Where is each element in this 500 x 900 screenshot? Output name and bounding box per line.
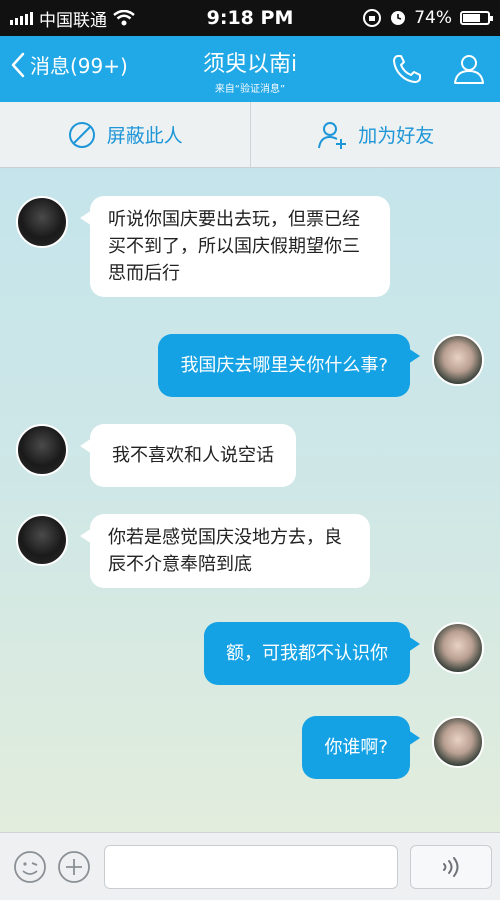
carrier-label: 中国联通 bbox=[39, 10, 107, 31]
block-user-button[interactable]: 屏蔽此人 bbox=[0, 102, 250, 167]
contact-avatar[interactable] bbox=[16, 424, 68, 476]
battery-percent: 74% bbox=[414, 8, 452, 28]
plus-icon[interactable] bbox=[56, 849, 92, 885]
add-friend-button[interactable]: 加为好友 bbox=[249, 102, 500, 167]
add-friend-icon bbox=[318, 121, 347, 149]
time-label: 9:18 PM bbox=[206, 7, 294, 29]
contact-avatar[interactable] bbox=[16, 514, 68, 566]
wifi-icon bbox=[113, 10, 135, 26]
message-bubble[interactable]: 听说你国庆要出去玩，但票已经买不到了，所以国庆假期望你三思而后行 bbox=[80, 196, 390, 297]
message-row: 我不喜欢和人说空话 bbox=[16, 424, 296, 487]
message-bubble[interactable]: 我不喜欢和人说空话 bbox=[80, 424, 296, 487]
my-avatar[interactable] bbox=[432, 622, 484, 674]
rotation-lock-icon bbox=[363, 9, 382, 27]
contact-source: 来自“验证消息” bbox=[214, 84, 286, 95]
add-friend-label: 加为好友 bbox=[358, 125, 435, 147]
message-bubble[interactable]: 我国庆去哪里关你什么事? bbox=[158, 334, 420, 397]
voice-icon bbox=[443, 857, 459, 877]
input-bar bbox=[0, 832, 500, 900]
message-row: 听说你国庆要出去玩，但票已经买不到了，所以国庆假期望你三思而后行 bbox=[16, 196, 390, 297]
emoji-icon[interactable] bbox=[12, 849, 48, 885]
message-row: 你谁啊? bbox=[302, 716, 484, 779]
profile-icon[interactable] bbox=[452, 52, 486, 86]
contact-name: 须臾以南i bbox=[202, 52, 298, 77]
message-bubble[interactable]: 额，可我都不认识你 bbox=[204, 622, 420, 685]
my-avatar[interactable] bbox=[432, 716, 484, 768]
message-row: 我国庆去哪里关你什么事? bbox=[158, 334, 484, 397]
battery-icon bbox=[460, 11, 493, 25]
signal-icon bbox=[10, 11, 33, 25]
chat-header: 消息(99+) 须臾以南i 来自“验证消息” bbox=[0, 36, 500, 102]
status-bar: 中国联通 9:18 PM 74% bbox=[0, 0, 500, 36]
phone-icon[interactable] bbox=[390, 52, 424, 86]
message-bubble[interactable]: 你若是感觉国庆没地方去，良辰不介意奉陪到底 bbox=[80, 514, 370, 588]
message-row: 额，可我都不认识你 bbox=[204, 622, 484, 685]
message-bubble[interactable]: 你谁啊? bbox=[302, 716, 420, 779]
block-user-label: 屏蔽此人 bbox=[106, 125, 183, 147]
message-row: 你若是感觉国庆没地方去，良辰不介意奉陪到底 bbox=[16, 514, 370, 588]
my-avatar[interactable] bbox=[432, 334, 484, 386]
alarm-icon bbox=[391, 11, 406, 25]
stranger-action-bar: 屏蔽此人 加为好友 bbox=[0, 102, 500, 168]
message-input[interactable] bbox=[104, 845, 398, 889]
contact-avatar[interactable] bbox=[16, 196, 68, 248]
battery-fill bbox=[463, 14, 481, 22]
voice-button[interactable] bbox=[410, 845, 492, 889]
block-icon bbox=[68, 121, 95, 148]
